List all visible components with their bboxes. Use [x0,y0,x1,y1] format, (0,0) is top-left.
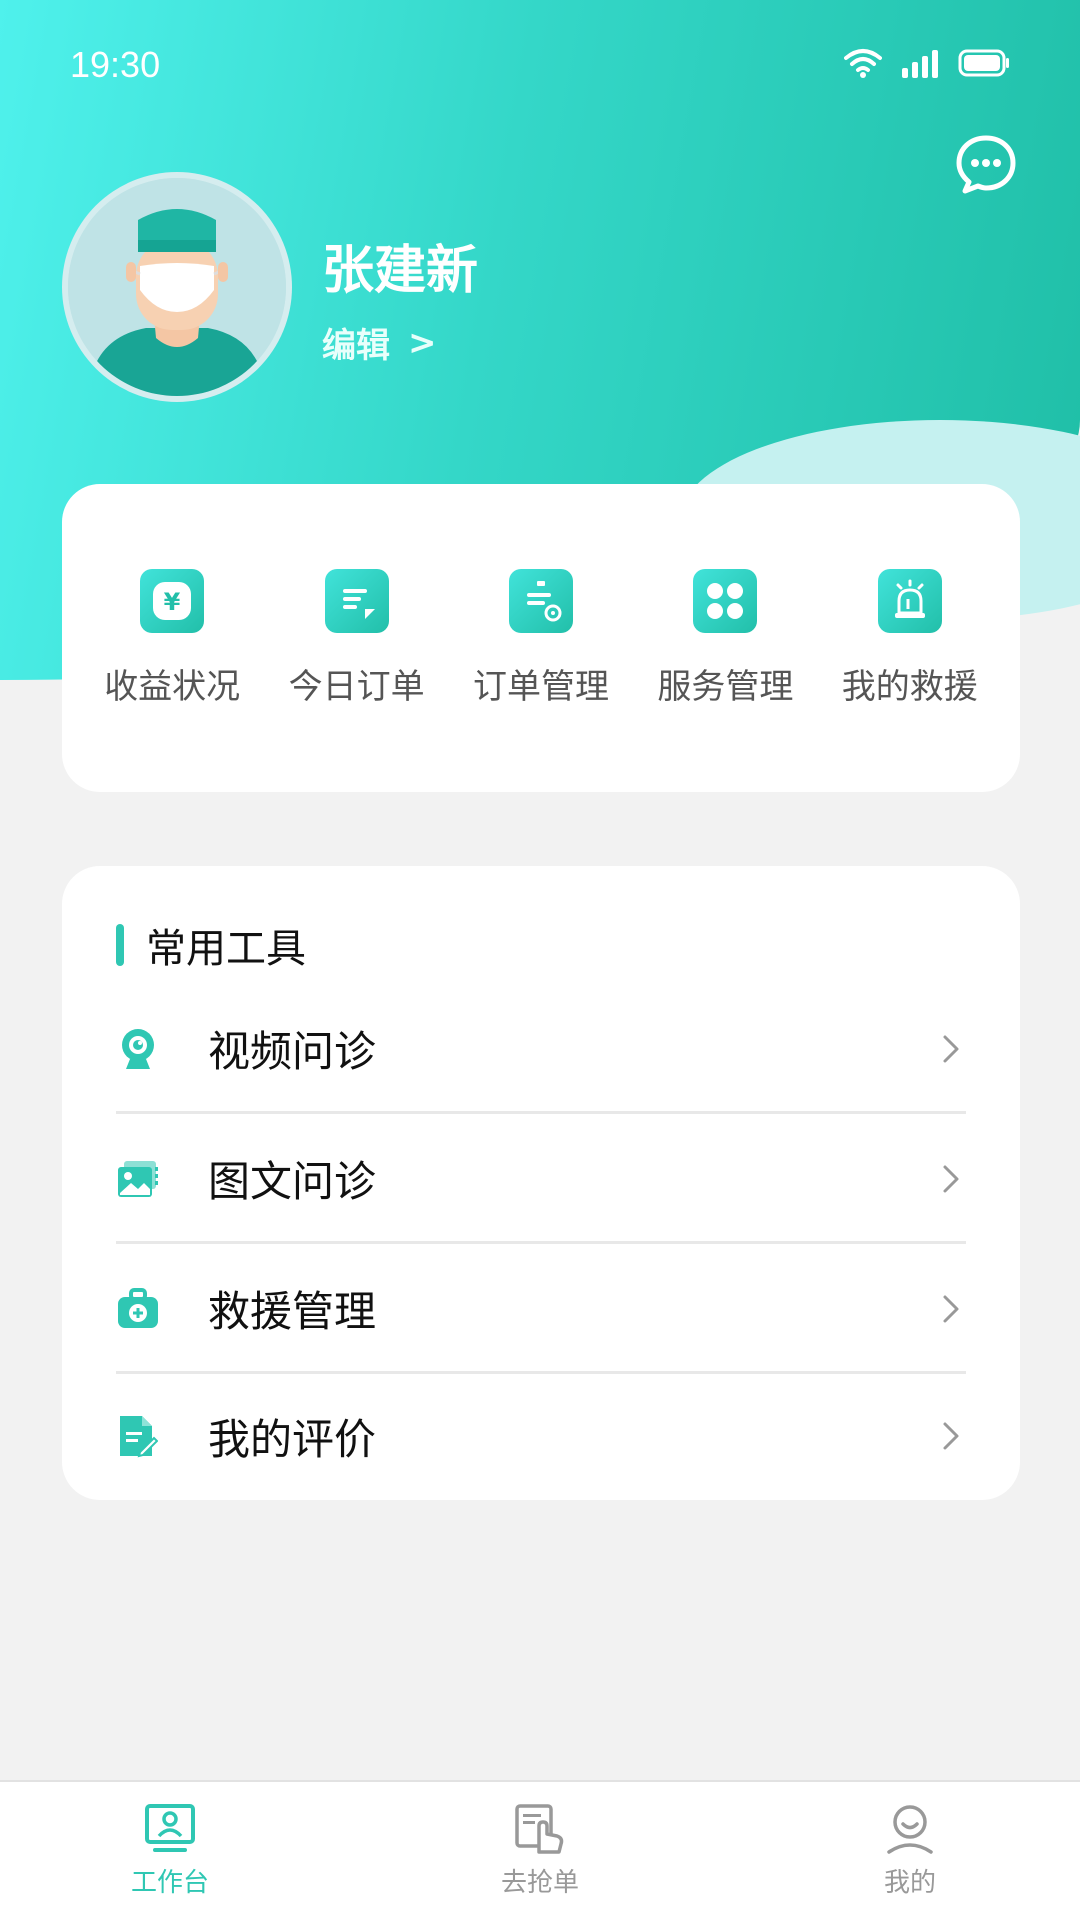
bottom-navigation: 工作台 去抢单 我的 [0,1780,1080,1920]
tool-label: 图文问诊 [208,1157,377,1206]
avatar[interactable] [62,172,292,402]
edit-profile-link[interactable]: 编辑 > [322,318,437,367]
section-accent-bar [116,924,124,966]
tool-row-image-consult[interactable]: 图文问诊 [116,1116,966,1244]
tool-label: 视频问诊 [208,1027,377,1076]
section-header: 常用工具 [116,916,306,974]
quick-action-label: 今日订单 [288,666,425,707]
profile-name: 张建新 [322,241,479,301]
doctor-avatar-icon [68,178,286,396]
workbench-page: 19:30 张建新 编辑 > ¥ 收益状况 今日订单 订单管理 服务管理 我的救… [0,0,1080,1920]
signal-icon [902,50,938,78]
profile-icon [887,1805,933,1854]
nav-label: 工作台 [130,1868,209,1898]
quick-action-earnings[interactable]: ¥ 收益状况 [82,568,262,708]
status-bar: 19:30 [0,0,1080,130]
status-time: 19:30 [70,44,161,85]
workbench-icon [145,1804,195,1852]
chevron-right-icon [943,1165,959,1192]
quick-action-today-orders[interactable]: 今日订单 [267,568,447,708]
document-icon [324,568,389,633]
quick-action-label: 收益状况 [104,666,241,707]
tool-label: 我的评价 [208,1414,377,1464]
nav-tab-workbench[interactable]: 工作台 [90,1782,250,1920]
yuan-icon: ¥ [140,568,205,633]
quick-action-my-rescue[interactable]: 我的救援 [820,568,1000,708]
svg-text:¥: ¥ [164,588,181,616]
edit-document-icon [116,1414,160,1458]
chevron-right-icon [943,1295,959,1322]
edit-arrow: > [408,322,437,363]
quick-action-service-management[interactable]: 服务管理 [635,568,815,708]
message-button[interactable] [954,132,1018,196]
tool-row-video-consult[interactable]: 视频问诊 [116,986,966,1114]
nav-label: 去抢单 [500,1868,579,1898]
status-icons [844,48,1010,78]
tool-label: 救援管理 [208,1287,377,1336]
nav-label: 我的 [883,1868,936,1898]
quick-action-order-management[interactable]: 订单管理 [451,568,631,708]
edit-label: 编辑 [322,326,390,366]
nav-tab-mine[interactable]: 我的 [830,1782,990,1920]
webcam-icon [116,1027,160,1071]
nav-tab-grab-order[interactable]: 去抢单 [460,1782,620,1920]
tool-row-my-reviews[interactable]: 我的评价 [116,1372,966,1500]
quick-action-label: 订单管理 [472,666,609,707]
battery-icon [958,49,1009,77]
grab-order-icon [515,1804,564,1854]
section-title: 常用工具 [146,926,306,972]
chevron-right-icon [943,1422,959,1450]
quick-actions-card: ¥ 收益状况 今日订单 订单管理 服务管理 我的救援 [62,484,1020,792]
chat-bubble-icon [956,135,1016,194]
tool-row-rescue-management[interactable]: 救援管理 [116,1246,966,1374]
chevron-right-icon [943,1035,959,1062]
common-tools-card: 常用工具 视频问诊 图文问诊 救援管理 我的评价 [62,866,1020,1500]
grid-icon [693,568,758,633]
image-text-icon [116,1157,160,1201]
quick-action-label: 服务管理 [657,666,794,707]
order-settings-icon [508,568,573,633]
alarm-light-icon [877,568,942,633]
medical-kit-icon [116,1287,160,1331]
quick-action-label: 我的救援 [841,666,978,707]
wifi-icon [844,49,882,78]
